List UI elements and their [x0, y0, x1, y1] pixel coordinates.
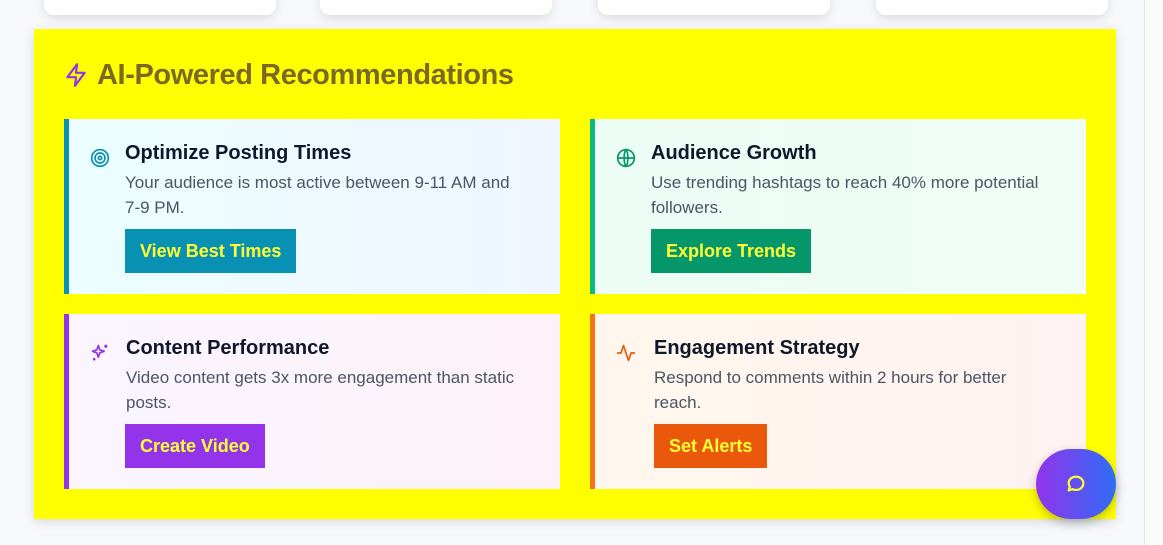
- target-icon: [90, 148, 110, 168]
- set-alerts-button[interactable]: Set Alerts: [654, 424, 768, 468]
- chat-fab-button[interactable]: [1036, 449, 1116, 519]
- globe-icon: [616, 148, 636, 168]
- card-description: Your audience is most active between 9-1…: [125, 173, 510, 217]
- card-title: Engagement Strategy: [654, 337, 860, 359]
- explore-trends-button[interactable]: Explore Trends: [651, 229, 812, 273]
- card-accent: [64, 314, 69, 489]
- card-title: Audience Growth: [651, 142, 817, 164]
- lightning-icon: [66, 63, 86, 87]
- panel-header: AI-Powered Recommendations: [63, 57, 514, 93]
- top-stat-card: [320, 0, 552, 15]
- page-scrollbar[interactable]: [1144, 0, 1163, 545]
- activity-icon: [616, 344, 636, 362]
- recommendation-card-engagement-strategy: Engagement Strategy Respond to comments …: [590, 314, 1086, 489]
- chat-bubble-icon: [1067, 475, 1085, 492]
- recommendation-card-content-performance: Content Performance Video content gets 3…: [64, 314, 560, 489]
- create-video-button[interactable]: Create Video: [125, 424, 265, 468]
- recommendation-card-posting-times: Optimize Posting Times Your audience is …: [64, 119, 560, 294]
- recommendation-card-audience-growth: Audience Growth Use trending hashtags to…: [590, 119, 1086, 294]
- card-description: Use trending hashtags to reach 40% more …: [651, 173, 1039, 217]
- sparkles-icon: [91, 344, 108, 361]
- top-stat-card: [598, 0, 830, 15]
- card-description: Video content gets 3x more engagement th…: [126, 368, 515, 412]
- top-stat-card: [44, 0, 276, 15]
- card-accent: [64, 119, 69, 294]
- card-description: Respond to comments within 2 hours for b…: [654, 368, 1007, 412]
- card-title: Content Performance: [126, 337, 330, 359]
- view-best-times-button[interactable]: View Best Times: [125, 229, 297, 273]
- top-stat-card: [876, 0, 1108, 15]
- card-accent: [590, 119, 595, 294]
- panel-title: AI-Powered Recommendations: [97, 58, 514, 91]
- card-title: Optimize Posting Times: [125, 142, 352, 164]
- card-accent: [590, 314, 595, 489]
- recommendations-panel: AI-Powered Recommendations Optimize Post…: [34, 29, 1116, 519]
